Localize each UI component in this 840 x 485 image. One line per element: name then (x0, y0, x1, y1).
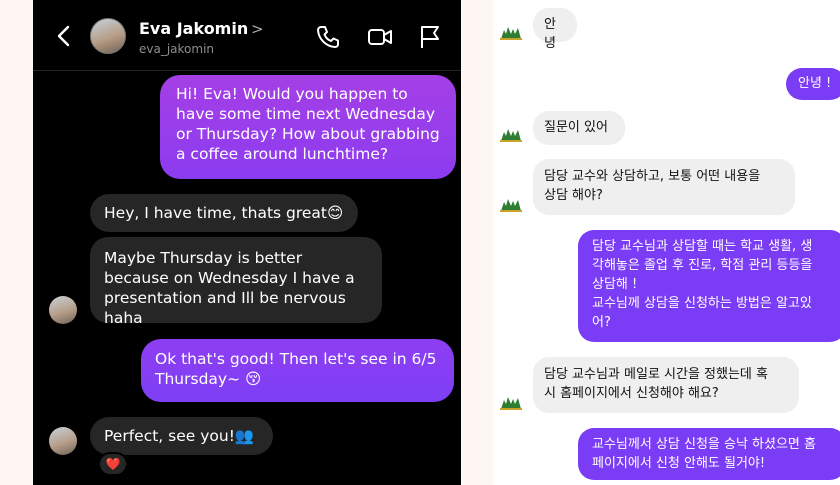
chevron-right-icon[interactable]: > (251, 20, 264, 38)
left-chat-panel: Eva Jakomin > eva_jakomin Hi! Eva! Would… (33, 0, 461, 485)
message-line: 담당 교수와 상담하고, 보통 어떤 내용을 (544, 169, 761, 184)
message-sent-1[interactable]: Hi! Eva! Would you happen to have some t… (160, 75, 456, 179)
message-received[interactable]: 질문이 있어 (533, 111, 625, 145)
contact-name[interactable]: Eva Jakomin (139, 19, 248, 38)
right-chat-panel: 안녕 안녕 ! 질문이 있어 담당 교수와 상담하고, 보통 어떤 내용을 상담… (493, 0, 840, 485)
heart-reaction-icon[interactable]: ❤️ (98, 452, 128, 476)
contact-avatar-small (49, 296, 77, 324)
message-received-2[interactable]: Maybe Thursday is better because on Wedn… (90, 237, 382, 327)
chat-header: Eva Jakomin > eva_jakomin (33, 0, 461, 70)
message-sent[interactable]: 안녕 ! (786, 68, 840, 100)
message-received-1[interactable]: Hey, I have time, thats great😊 (90, 194, 358, 232)
message-line: 어? (592, 315, 611, 330)
message-sent-multiline[interactable]: 담당 교수님과 상담할 때는 학교 생활, 생 각해놓은 졸업 후 진로, 학점… (578, 230, 840, 342)
flag-icon[interactable] (417, 24, 443, 50)
message-line: 상담해 ! (592, 277, 638, 292)
message-line: 페이지에서 신청 안해도 될거야! (592, 456, 766, 471)
message-line: 교수님께 상담을 신청하는 방법은 알고있 (592, 296, 812, 311)
message-received-3[interactable]: Perfect, see you!👥 (90, 417, 273, 455)
header-divider (33, 70, 461, 71)
contact-username: eva_jakomin (139, 42, 215, 56)
message-line: 담당 교수님과 메일로 시간을 정했는데 혹 (544, 367, 768, 382)
contact-avatar[interactable] (90, 18, 126, 54)
bot-avatar-icon (500, 397, 522, 410)
message-line: 상담 해야? (544, 188, 603, 203)
message-received-multiline[interactable]: 담당 교수님과 메일로 시간을 정했는데 혹 시 홈페이지에서 신청해야 해요? (533, 357, 799, 413)
message-line: 교수님께서 상담 신청을 승낙 하셨으면 홈 (592, 437, 816, 452)
message-line: 담당 교수님과 상담할 때는 학교 생활, 생 (592, 239, 813, 254)
message-line: 시 홈페이지에서 신청해야 해요? (544, 386, 719, 401)
message-received-multiline[interactable]: 담당 교수와 상담하고, 보통 어떤 내용을 상담 해야? (533, 159, 795, 215)
phone-icon[interactable] (315, 24, 341, 50)
video-camera-icon[interactable] (367, 24, 393, 50)
message-line: 각해놓은 졸업 후 진로, 학점 관리 등등을 (592, 258, 813, 273)
back-chevron-icon[interactable] (55, 25, 73, 47)
contact-avatar-small (49, 427, 77, 455)
message-sent-2[interactable]: Ok that's good! Then let's see in 6/5 Th… (141, 339, 454, 402)
message-received[interactable]: 안녕 (533, 8, 577, 51)
message-sent-multiline[interactable]: 교수님께서 상담 신청을 승낙 하셨으면 홈 페이지에서 신청 안해도 될거야! (578, 428, 840, 480)
bot-avatar-icon (500, 27, 522, 40)
bot-avatar-icon (500, 129, 522, 142)
bot-avatar-icon (500, 199, 522, 212)
